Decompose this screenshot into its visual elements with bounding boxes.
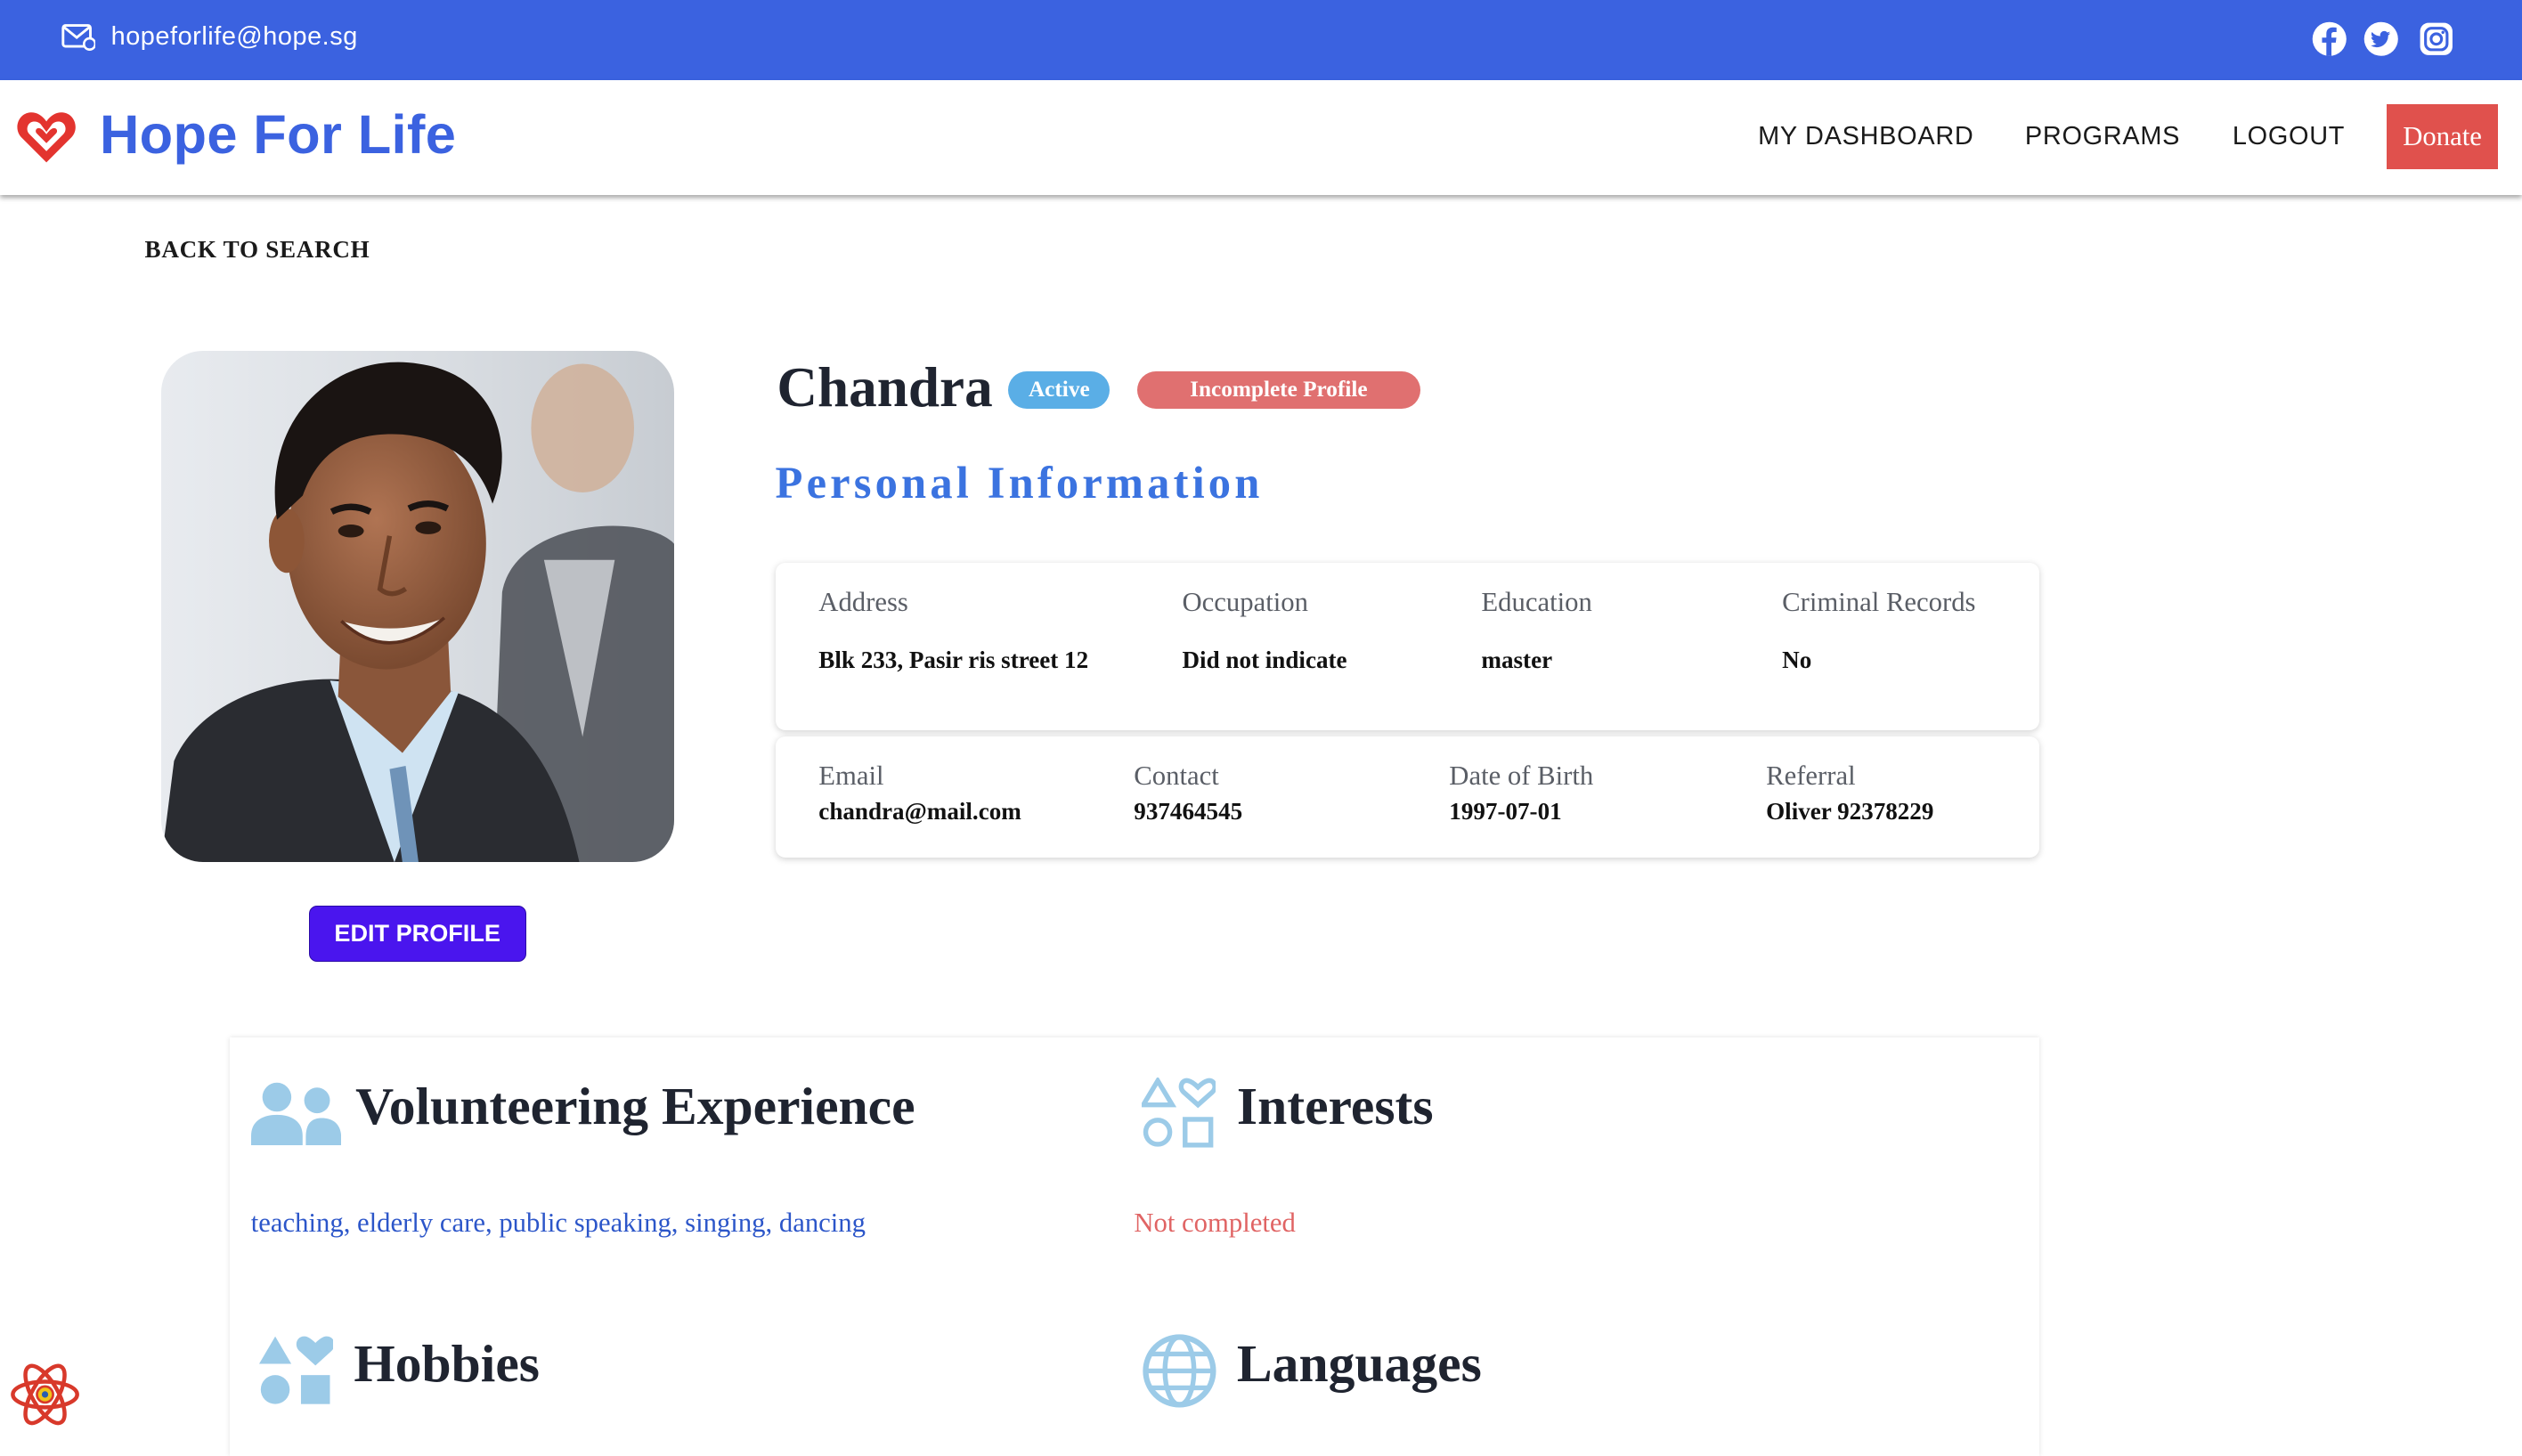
heart-logo-icon[interactable] [14, 108, 78, 167]
mail-icon [61, 24, 95, 52]
hobbies-heading: Hobbies [354, 1334, 540, 1394]
facebook-icon[interactable] [2311, 20, 2348, 58]
instagram-icon[interactable] [2418, 20, 2455, 58]
criminal-records-value: No [1782, 647, 1812, 674]
nav-my-dashboard[interactable]: MY DASHBOARD [1758, 122, 1973, 151]
date-of-birth-value: 1997-07-01 [1449, 797, 1562, 825]
criminal-records-label: Criminal Records [1782, 587, 1976, 618]
contact-value: 937464545 [1134, 797, 1243, 825]
contact-label: Contact [1134, 761, 1219, 792]
edit-profile-button[interactable]: EDIT PROFILE [308, 905, 526, 963]
referral-label: Referral [1766, 761, 1856, 792]
react-devtools-icon[interactable] [8, 1361, 82, 1428]
contact-email: hopeforlife@hope.sg [110, 22, 358, 52]
languages-heading: Languages [1236, 1334, 1482, 1394]
donate-button[interactable]: Donate [2387, 104, 2498, 169]
interests-heading: Interests [1236, 1077, 1434, 1136]
brand-name[interactable]: Hope For Life [100, 103, 456, 167]
back-to-search-link[interactable]: BACK TO SEARCH [145, 236, 370, 264]
referral-value: Oliver 92378229 [1766, 797, 1934, 825]
profile-photo [160, 350, 674, 863]
occupation-value: Did not indicate [1182, 647, 1347, 674]
address-value: Blk 233, Pasir ris street 12 [818, 647, 1089, 674]
top-contact-bar: hopeforlife@hope.sg [0, 0, 2522, 81]
globe-icon [1143, 1334, 1216, 1408]
personal-information-title: Personal Information [775, 457, 1264, 508]
address-label: Address [818, 587, 908, 618]
education-value: master [1481, 647, 1553, 674]
status-badge: Active [1008, 371, 1110, 409]
main-navbar: Hope For Life MY DASHBOARD PROGRAMS LOGO… [0, 80, 2522, 195]
profile-name: Chandra [777, 356, 993, 419]
date-of-birth-label: Date of Birth [1449, 761, 1594, 792]
occupation-label: Occupation [1182, 587, 1308, 618]
email-value: chandra@mail.com [818, 797, 1021, 825]
shapes-icon [1142, 1078, 1216, 1148]
volunteering-experience-heading: Volunteering Experience [355, 1077, 915, 1136]
interests-status: Not completed [1134, 1208, 1296, 1239]
education-label: Education [1481, 587, 1592, 618]
twitter-icon[interactable] [2363, 20, 2400, 58]
nav-logout[interactable]: LOGOUT [2233, 122, 2345, 151]
users-icon [250, 1082, 341, 1145]
shapes-filled-icon [258, 1336, 333, 1404]
email-label: Email [818, 761, 884, 792]
contact-info-card: Email chandra@mail.com Contact 937464545… [775, 736, 2040, 858]
personal-info-card: Address Blk 233, Pasir ris street 12 Occ… [775, 563, 2040, 730]
nav-programs[interactable]: PROGRAMS [2025, 122, 2180, 151]
volunteering-list: teaching, elderly care, public speaking,… [250, 1208, 866, 1239]
incomplete-profile-badge: Incomplete Profile [1136, 371, 1420, 409]
